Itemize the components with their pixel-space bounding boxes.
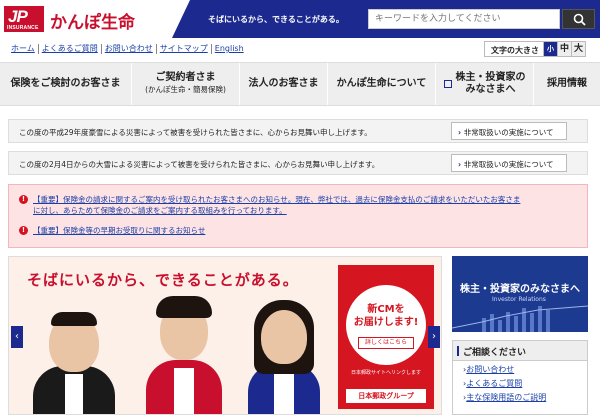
notice-text: この度の平成29年度豪雪による災害によって被害を受けられた皆さまに、心からお見舞… [19,128,372,137]
person-image [144,288,224,414]
japan-post-group-logo: 日本郵政グループ [346,389,426,403]
logo[interactable]: JP INSURANCE かんぽ生命 [0,0,190,38]
cm-title-line-1: 新CMを [367,304,405,315]
investor-relations-banner[interactable]: 株主・投資家のみなさまへ Investor Relations [452,256,588,332]
util-link-english[interactable]: English [212,44,247,54]
cm-title: 新CMを お届けします! [346,303,426,329]
nav-policyholders[interactable]: ご契約者さま (かんぽ生命・簡易保険) [132,63,240,105]
alert-link-line-1[interactable]: 【重要】保険金の請求に関するご案内を受け取られたお客さまへのお知らせ。現在、弊社… [33,194,520,205]
person-image [29,294,119,414]
nav-label: 株主・投資家の [455,72,526,83]
font-size-large-button[interactable]: 大 [571,42,585,56]
utility-links: ホーム よくあるご質問 お問い合わせ サイトマップ English [8,44,247,54]
util-link-faq[interactable]: よくあるご質問 [39,44,102,54]
cm-site-note: 日本郵政サイトへリンクします [350,370,421,376]
font-size-medium-button[interactable]: 中 [557,42,571,56]
util-link-home[interactable]: ホーム [8,44,39,54]
emergency-handling-button-2[interactable]: 非常取扱いの実施について [451,154,567,172]
ir-subtitle: Investor Relations [492,296,546,303]
consult-link-faq[interactable]: よくあるご質問 [453,375,587,389]
consult-title: ご相談ください [453,341,587,361]
disaster-notice-2: この度の2月4日からの大雪による災害によって被害を受けられた皆さまに、心からお見… [8,151,588,175]
notice-text: この度の2月4日からの大雪による災害によって被害を受けられた皆さまに、心からお見… [19,160,380,169]
cm-title-line-2: お届けします! [353,317,419,328]
font-size-small-button[interactable]: 小 [543,42,557,56]
global-nav: 保険をご検討のお客さま ご契約者さま (かんぽ生命・簡易保険) 法人のお客さま … [0,62,600,106]
emergency-handling-button-1[interactable]: 非常取扱いの実施について [451,122,567,140]
font-size-switcher: 文字の大きさ 小 中 大 [484,41,586,57]
util-link-contact[interactable]: お問い合わせ [102,44,157,54]
search-icon [573,13,586,26]
alert-link-line-2[interactable]: に対し、あらためて保険金のご請求をご案内する取組みを行っております。 [33,205,520,216]
exclamation-icon: ! [19,195,28,204]
nav-label-2: みなさまへ [465,84,516,95]
logo-sub-text: INSURANCE [7,25,39,31]
nav-about[interactable]: かんぽ生命について [328,63,436,105]
disaster-notice-1: この度の平成29年度豪雪による災害によって被害を受けられた皆さまに、心からお見舞… [8,119,588,143]
font-size-label: 文字の大きさ [485,42,543,56]
util-link-sitemap[interactable]: サイトマップ [157,44,212,54]
new-cm-panel[interactable]: 新CMを お届けします! 詳しくはこちら 日本郵政サイトへリンクします 日本郵政… [338,265,434,409]
hero-banner[interactable]: そばにいるから、できることがある。 新CMを お届けします! 詳しくはこちら 日… [8,256,442,415]
alert-link-early-payment[interactable]: 【重要】保険金等の早期お受取りに関するお知らせ [33,225,205,236]
utility-bar: ホーム よくあるご質問 お問い合わせ サイトマップ English 文字の大きさ… [0,38,600,60]
search-input[interactable] [368,9,560,29]
nav-prospective[interactable]: 保険をご検討のお客さま [0,63,132,105]
ir-title: 株主・投資家のみなさまへ [460,284,580,295]
consult-link-contact[interactable]: お問い合わせ [453,361,587,375]
person-image [244,290,324,414]
nav-label: 保険をご検討のお客さま [10,78,121,89]
stock-chart-icon [452,305,588,332]
nav-label: 法人のお客さま [248,78,319,89]
important-alert-box: ! 【重要】保険金の請求に関するご案内を受け取られたお客さまへのお知らせ。現在、… [8,184,588,248]
carousel-next-button[interactable]: › [428,326,440,348]
nav-label: かんぽ生命について [336,78,427,89]
site-header: JP INSURANCE かんぽ生命 そばにいるから、できることがある。 [0,0,600,38]
header-band: そばにいるから、できることがある。 [172,0,600,38]
nav-recruit[interactable]: 採用情報 [534,63,600,105]
nav-sublabel: (かんぽ生命・簡易保険) [145,85,226,94]
consult-link-glossary[interactable]: 主な保険用語のご説明 [453,389,587,403]
logo-mark-text: JP [8,7,28,26]
logo-name: かんぽ生命 [50,13,135,33]
nav-label: 採用情報 [547,78,587,89]
nav-investors[interactable]: 株主・投資家の みなさまへ [436,63,534,105]
alert-item-2[interactable]: ! 【重要】保険金等の早期お受取りに関するお知らせ [19,225,205,236]
external-window-icon [443,80,452,88]
exclamation-icon: ! [19,226,28,235]
consult-box: ご相談ください お問い合わせ よくあるご質問 主な保険用語のご説明 [452,340,588,415]
carousel-prev-button[interactable]: ‹ [11,326,23,348]
hero-copy: そばにいるから、できることがある。 [27,271,299,289]
nav-label: ご契約者さま [155,72,216,83]
tagline: そばにいるから、できることがある。 [208,15,344,24]
cm-details-button[interactable]: 詳しくはこちら [358,337,414,349]
cm-circle: 新CMを お届けします! 詳しくはこちら [346,285,426,365]
jp-insurance-logo-icon: JP INSURANCE [4,6,44,32]
search-button[interactable] [562,9,595,29]
nav-corporate[interactable]: 法人のお客さま [240,63,328,105]
alert-item-1[interactable]: ! 【重要】保険金の請求に関するご案内を受け取られたお客さまへのお知らせ。現在、… [19,194,520,216]
